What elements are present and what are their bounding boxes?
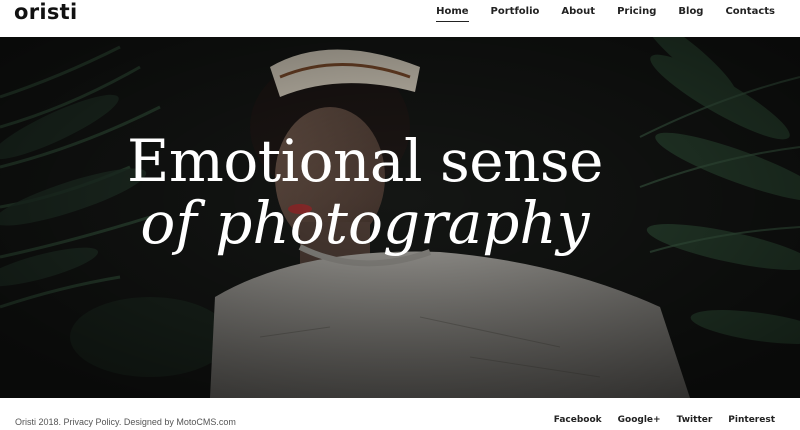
- copyright-text: Oristi 2018. Privacy Policy. Designed by…: [15, 417, 236, 427]
- nav-home[interactable]: Home: [436, 1, 469, 23]
- site-header: oristi Home Portfolio About Pricing Blog…: [0, 0, 800, 37]
- nav-blog[interactable]: Blog: [678, 1, 703, 23]
- nav-contacts[interactable]: Contacts: [725, 1, 775, 23]
- nav-portfolio[interactable]: Portfolio: [491, 1, 540, 23]
- hero-title-line1: Emotional sense: [127, 127, 603, 195]
- social-facebook[interactable]: Facebook: [554, 415, 602, 425]
- nav-pricing[interactable]: Pricing: [617, 1, 656, 23]
- site-logo[interactable]: oristi: [14, 0, 78, 24]
- social-links: Facebook Google+ Twitter Pinterest: [538, 415, 775, 425]
- hero-title-line2: of photography: [140, 189, 590, 257]
- social-pinterest[interactable]: Pinterest: [728, 415, 775, 425]
- nav-about[interactable]: About: [561, 1, 595, 23]
- hero-section: Emotional sense of photography: [0, 37, 800, 398]
- social-googleplus[interactable]: Google+: [618, 415, 661, 425]
- social-twitter[interactable]: Twitter: [677, 415, 713, 425]
- site-footer: Oristi 2018. Privacy Policy. Designed by…: [0, 398, 800, 430]
- main-nav: Home Portfolio About Pricing Blog Contac…: [414, 0, 775, 24]
